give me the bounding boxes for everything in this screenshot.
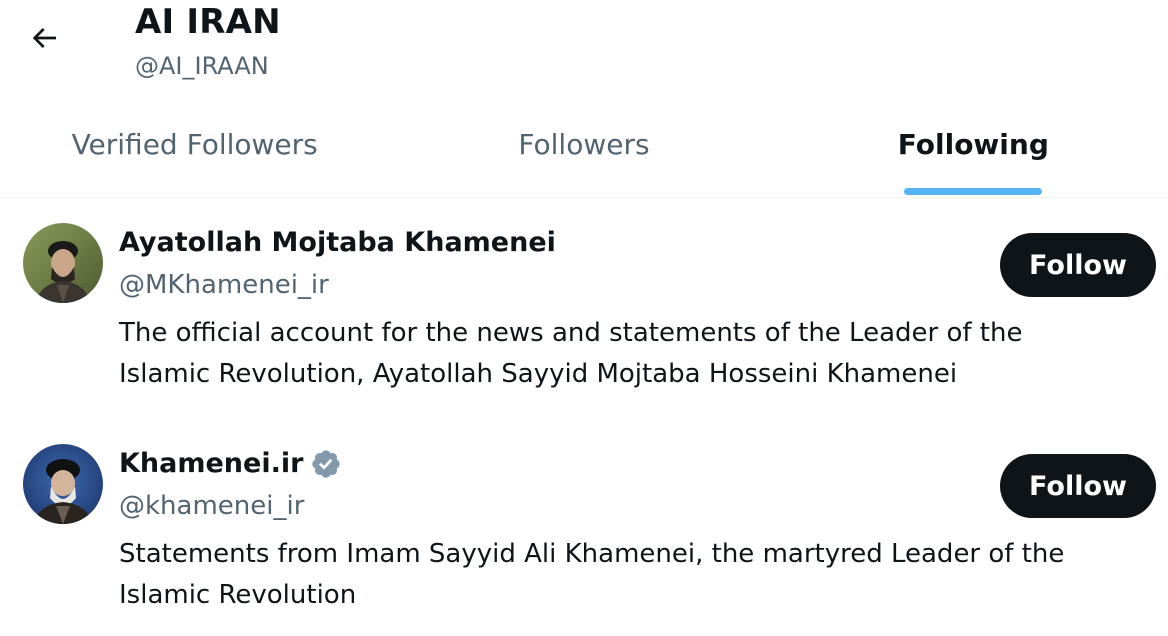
back-button[interactable]	[22, 18, 66, 62]
arrow-left-icon	[28, 22, 60, 58]
active-tab-indicator	[904, 188, 1043, 195]
user-name-text: Ayatollah Mojtaba Khamenei	[119, 227, 556, 258]
follow-button[interactable]: Follow	[1000, 233, 1156, 297]
user-bio: Statements from Imam Sayyid Ali Khamenei…	[119, 539, 1065, 610]
avatar[interactable]	[23, 444, 103, 524]
user-cell[interactable]: Ayatollah Mojtaba Khamenei @MKhamenei_ir…	[0, 223, 1168, 423]
user-handle[interactable]: @MKhamenei_ir	[119, 270, 329, 300]
follow-button[interactable]: Follow	[1000, 454, 1156, 518]
user-name-text: Khamenei.ir	[119, 448, 304, 479]
tab-followers[interactable]: Followers	[389, 108, 778, 197]
page-title: AI IRAN	[135, 2, 281, 42]
user-bio: The official account for the news and st…	[119, 318, 1023, 389]
tab-label: Following	[897, 127, 1049, 161]
user-name[interactable]: Ayatollah Mojtaba Khamenei	[119, 227, 556, 259]
user-cell[interactable]: Khamenei.ir @khamenei_ir Statements from…	[0, 444, 1168, 636]
user-name[interactable]: Khamenei.ir	[119, 448, 342, 480]
following-page: AI IRAN @AI_IRAAN Verified Followers Fol…	[0, 0, 1168, 636]
tab-label: Verified Followers	[71, 127, 318, 161]
tab-verified-followers[interactable]: Verified Followers	[0, 108, 389, 197]
tab-label: Followers	[518, 127, 650, 161]
tab-following[interactable]: Following	[779, 108, 1168, 197]
avatar[interactable]	[23, 223, 103, 303]
verified-badge-icon	[310, 448, 342, 480]
page-handle: @AI_IRAAN	[135, 52, 269, 80]
tab-bar: Verified Followers Followers Following	[0, 108, 1168, 198]
user-handle[interactable]: @khamenei_ir	[119, 491, 304, 521]
